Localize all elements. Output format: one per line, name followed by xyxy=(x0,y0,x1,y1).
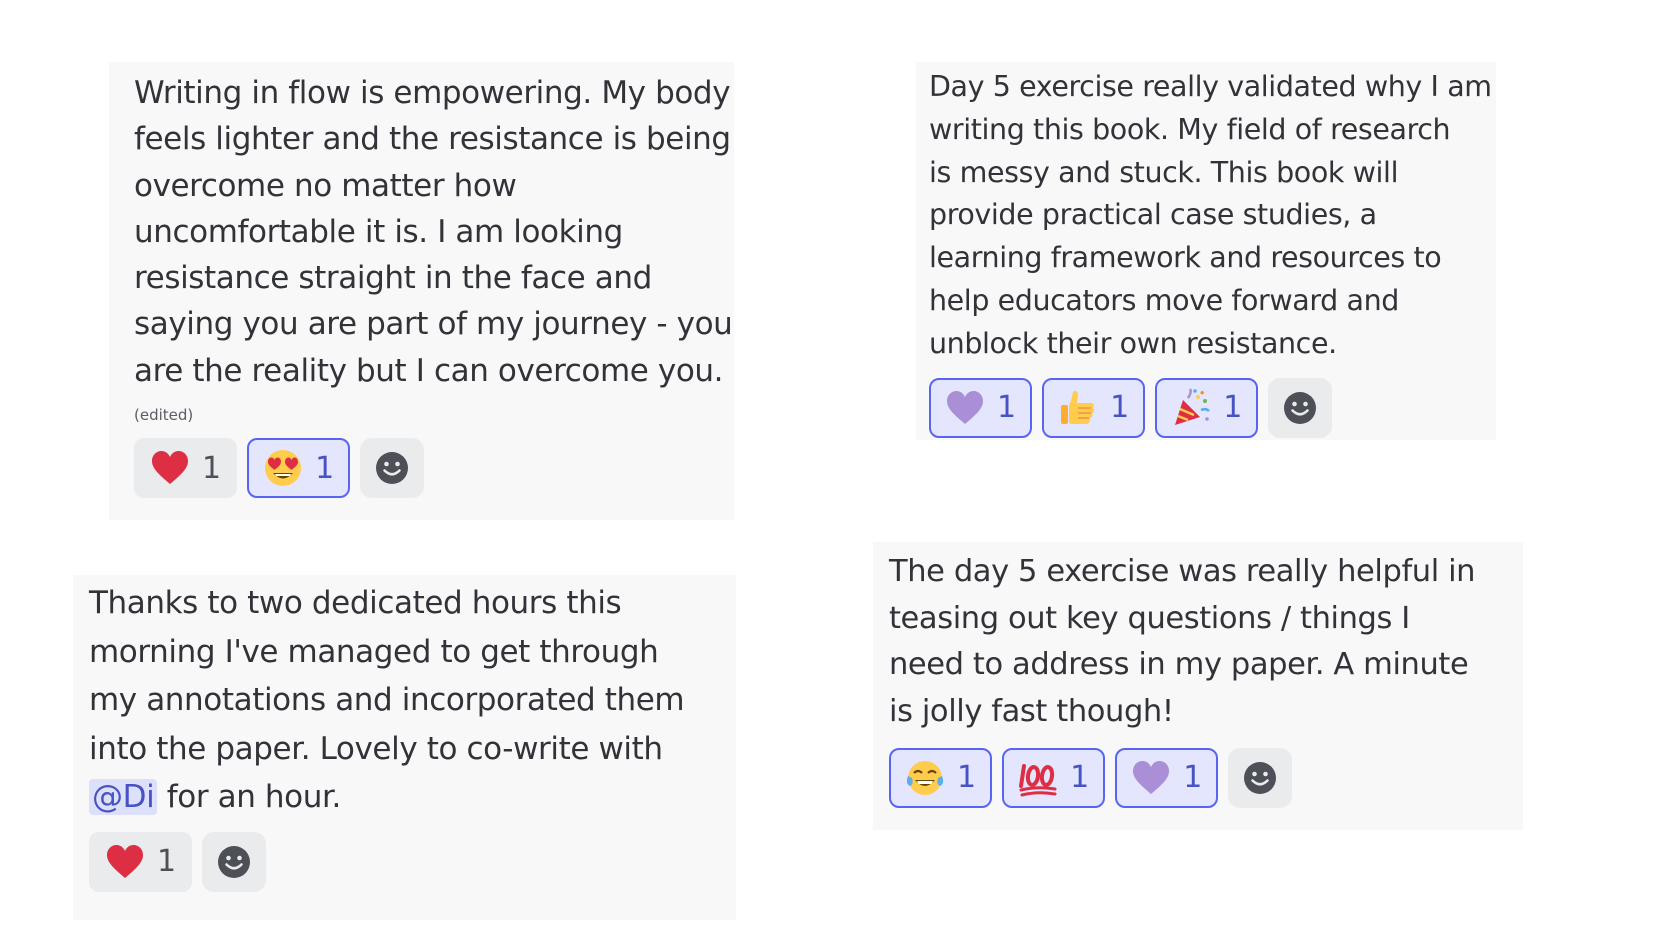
smiley-face-icon xyxy=(376,452,409,485)
smiley-face-icon xyxy=(218,845,251,878)
add-reaction-button[interactable] xyxy=(360,438,425,499)
message-card: Thanks to two dedicated hours this morni… xyxy=(73,575,736,920)
message-line: is messy and stuck. This book will xyxy=(929,155,1399,189)
party-popper-icon xyxy=(1171,387,1211,428)
message-line: teasing out key questions / things I xyxy=(889,600,1410,636)
add-reaction-button[interactable] xyxy=(202,831,267,892)
reaction-heart-eyes[interactable]: 1 xyxy=(247,438,351,499)
message-text: Thanks to two dedicated hours this morni… xyxy=(89,579,736,822)
message-line: are the reality but I can overcome you. xyxy=(134,352,724,389)
smiley-face-icon xyxy=(1284,391,1317,424)
reaction-bar: 1 xyxy=(89,831,736,892)
reaction-red-heart[interactable]: 1 xyxy=(134,438,238,499)
message-line: morning I've managed to get through xyxy=(89,633,659,670)
reaction-count: 1 xyxy=(157,844,177,879)
reaction-bar: 1 1 xyxy=(134,438,734,499)
message-line: Writing in flow is empowering. My body xyxy=(134,75,731,111)
message-line: learning framework and resources to xyxy=(929,241,1442,275)
message-card: The day 5 exercise was really helpful in… xyxy=(873,542,1523,830)
message-text: The day 5 exercise was really helpful in… xyxy=(889,549,1523,736)
reaction-bar: 1 1 1 xyxy=(889,747,1523,808)
reaction-count: 1 xyxy=(1223,390,1243,426)
message-line: into the paper. Lovely to co-write with xyxy=(89,730,663,767)
message-line: is jolly fast though! xyxy=(889,694,1174,730)
message-line: unblock their own resistance. xyxy=(929,326,1337,360)
smiley-face-icon xyxy=(1244,761,1277,794)
message-line: overcome no matter how xyxy=(134,167,517,204)
user-mention[interactable]: @Di xyxy=(89,779,158,815)
message-text-tail: for an hour. xyxy=(157,779,342,815)
edited-label: (edited) xyxy=(134,406,194,425)
reaction-count: 1 xyxy=(997,390,1017,426)
message-card: Writing in flow is empowering. My body f… xyxy=(109,62,734,520)
message-text: Writing in flow is empowering. My body f… xyxy=(134,70,734,394)
reaction-party-popper[interactable]: 1 xyxy=(1155,377,1259,438)
message-line: uncomfortable it is. I am looking xyxy=(134,213,623,250)
add-reaction-button[interactable] xyxy=(1268,377,1333,438)
reaction-count: 1 xyxy=(202,450,222,486)
thumbs-up-icon xyxy=(1058,388,1098,428)
red-heart-icon xyxy=(150,448,190,488)
reaction-purple-heart[interactable]: 1 xyxy=(929,377,1033,438)
reaction-count: 1 xyxy=(1183,760,1203,796)
tears-of-joy-face-icon xyxy=(905,758,945,798)
message-line: Day 5 exercise really validated why I am xyxy=(929,70,1492,103)
message-line: writing this book. My field of research xyxy=(929,112,1451,146)
reaction-red-heart[interactable]: 1 xyxy=(89,831,193,892)
reaction-tears-of-joy[interactable]: 1 xyxy=(889,747,993,808)
purple-heart-icon xyxy=(1131,758,1171,798)
reaction-hundred-points[interactable]: 1 xyxy=(1002,747,1106,808)
reaction-count: 1 xyxy=(315,450,335,486)
reaction-count: 1 xyxy=(957,760,977,796)
add-reaction-button[interactable] xyxy=(1228,747,1293,808)
red-heart-icon xyxy=(105,842,145,882)
message-card: Day 5 exercise really validated why I am… xyxy=(916,62,1496,440)
message-line: provide practical case studies, a xyxy=(929,198,1377,232)
message-line: need to address in my paper. A minute xyxy=(889,647,1469,683)
message-line: @Di for an hour. xyxy=(89,773,736,822)
message-line: help educators move forward and xyxy=(929,283,1399,317)
heart-eyes-face-icon xyxy=(263,448,303,488)
message-line: feels lighter and the resistance is bein… xyxy=(134,121,731,158)
message-line: Thanks to two dedicated hours this xyxy=(89,585,622,621)
reaction-thumbs-up[interactable]: 1 xyxy=(1042,377,1146,438)
purple-heart-icon xyxy=(945,388,985,428)
message-text: Day 5 exercise really validated why I am… xyxy=(929,66,1496,366)
message-line: The day 5 exercise was really helpful in xyxy=(889,554,1476,589)
reaction-count: 1 xyxy=(1070,760,1090,796)
reaction-purple-heart[interactable]: 1 xyxy=(1115,747,1219,808)
message-line: saying you are part of my journey - you xyxy=(134,306,733,343)
message-line: resistance straight in the face and xyxy=(134,260,652,297)
hundred-points-icon xyxy=(1018,758,1058,798)
message-line: my annotations and incorporated them xyxy=(89,682,685,718)
reaction-bar: 1 1 xyxy=(929,377,1496,438)
reaction-count: 1 xyxy=(1110,390,1130,426)
